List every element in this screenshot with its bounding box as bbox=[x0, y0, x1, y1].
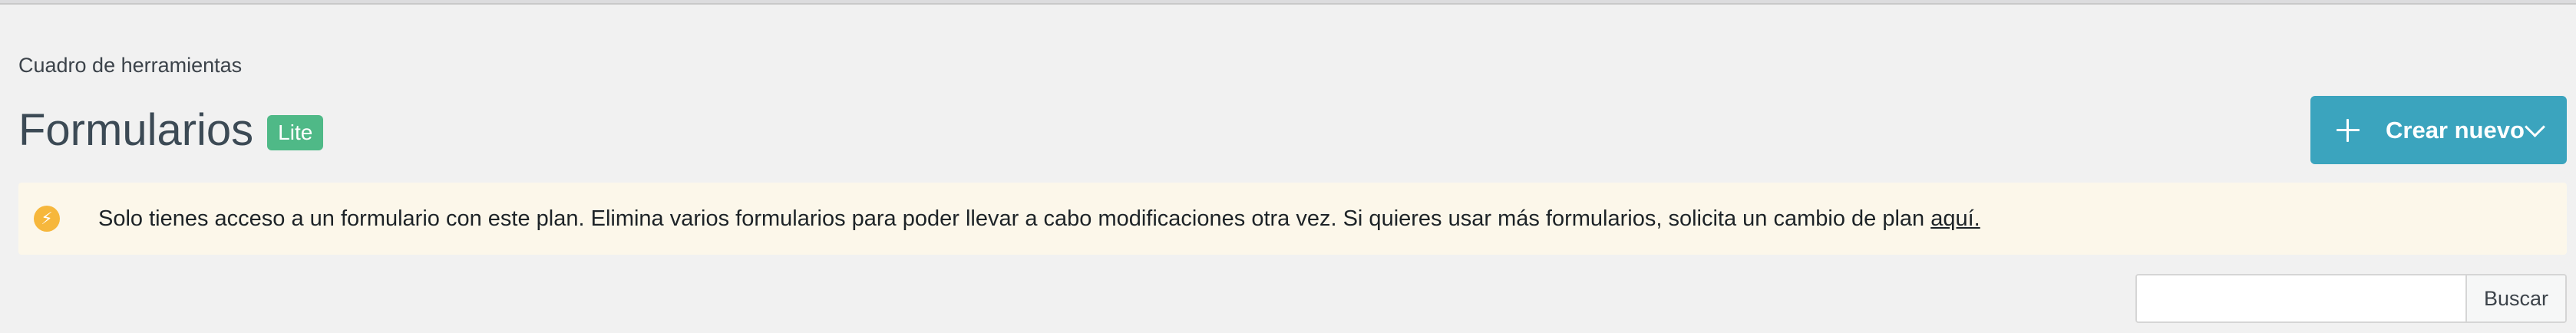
page-title: Formularios bbox=[18, 105, 254, 155]
lightning-icon: ⚡ bbox=[34, 206, 60, 232]
search-button[interactable]: Buscar bbox=[2465, 275, 2565, 321]
search-box: Buscar bbox=[2135, 274, 2567, 323]
upgrade-link[interactable]: aquí. bbox=[1930, 206, 1980, 231]
plan-limit-notice: ⚡ Solo tienes acceso a un formulario con… bbox=[18, 183, 2567, 255]
create-new-label: Crear nuevo bbox=[2386, 116, 2525, 143]
plus-icon bbox=[2337, 118, 2360, 142]
notice-text: Solo tienes acceso a un formulario con e… bbox=[98, 206, 1980, 232]
create-new-button[interactable]: Crear nuevo bbox=[2310, 96, 2567, 164]
title-row: Formularios Lite bbox=[18, 104, 324, 157]
plan-badge: Lite bbox=[267, 115, 324, 150]
notice-message: Solo tienes acceso a un formulario con e… bbox=[98, 206, 1931, 231]
search-input[interactable] bbox=[2137, 275, 2465, 321]
page: Cuadro de herramientas Formularios Lite … bbox=[0, 0, 2576, 333]
chevron-down-icon[interactable] bbox=[2525, 117, 2545, 137]
top-border bbox=[0, 0, 2576, 5]
breadcrumb: Cuadro de herramientas bbox=[18, 54, 243, 77]
